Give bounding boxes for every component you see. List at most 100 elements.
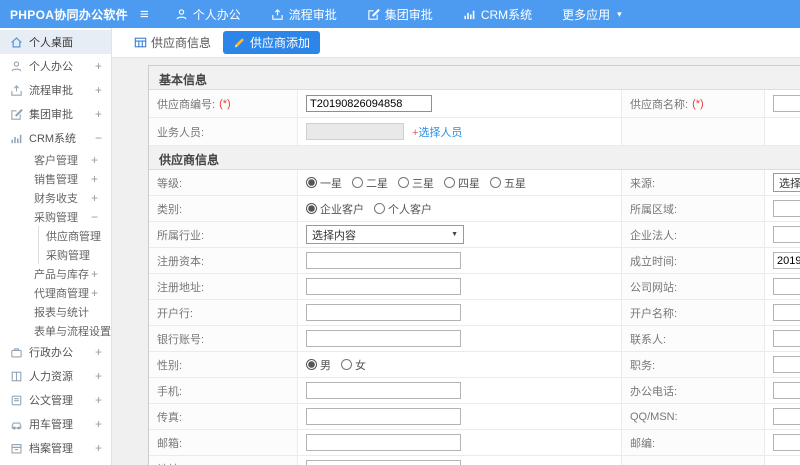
expand-toggle[interactable]: + bbox=[95, 370, 102, 382]
expand-toggle[interactable]: + bbox=[91, 325, 98, 337]
sidebar-item-sales-mgmt[interactable]: 销售管理 + bbox=[0, 169, 111, 188]
sidebar-item-purchasing[interactable]: 采购管理 bbox=[0, 245, 111, 264]
expand-toggle[interactable]: + bbox=[91, 268, 98, 280]
expand-toggle[interactable]: + bbox=[95, 84, 102, 96]
expand-toggle[interactable]: + bbox=[91, 154, 98, 166]
tab-supplier-info[interactable]: 供应商信息 bbox=[134, 34, 211, 51]
office-phone-input[interactable] bbox=[773, 382, 800, 399]
registered-address-input[interactable] bbox=[306, 278, 461, 295]
postal-code-input[interactable] bbox=[773, 434, 800, 451]
choose-person-link[interactable]: +选择人员 bbox=[412, 124, 462, 140]
expand-toggle[interactable]: − bbox=[95, 132, 102, 144]
company-website-input[interactable] bbox=[773, 278, 800, 295]
sidebar-item-purchase-mgmt[interactable]: 采购管理 − bbox=[0, 207, 111, 226]
sidebar-item-supplier-mgmt[interactable]: 供应商管理 bbox=[0, 226, 111, 245]
contact-person-input[interactable] bbox=[773, 330, 800, 347]
gender-radio-group: 男女 bbox=[306, 357, 366, 373]
source-select[interactable]: 选择内容▼ bbox=[773, 173, 800, 192]
required-marker: (*) bbox=[219, 97, 231, 110]
sidebar-item-product-inventory[interactable]: 产品与库存 + bbox=[0, 264, 111, 283]
star-level-option[interactable]: 一星 bbox=[306, 175, 342, 191]
expand-toggle[interactable]: + bbox=[91, 192, 98, 204]
gender-option[interactable]: 女 bbox=[341, 357, 366, 373]
star-level-option[interactable]: 二星 bbox=[352, 175, 388, 191]
sidebar-item-finance-mgmt[interactable]: 财务收支 + bbox=[0, 188, 111, 207]
registered-capital-input[interactable] bbox=[306, 252, 461, 269]
expand-toggle[interactable]: + bbox=[91, 173, 98, 185]
sidebar-item-human-resources[interactable]: 人力资源 + bbox=[0, 364, 111, 388]
qq-msn-input[interactable] bbox=[773, 408, 800, 425]
business-person-input[interactable] bbox=[306, 123, 404, 140]
legal-person-input[interactable] bbox=[773, 226, 800, 243]
nav-group-approval[interactable]: 集团审批 bbox=[367, 6, 433, 23]
sidebar-item-workflow-approval[interactable]: 流程审批 + bbox=[0, 78, 111, 102]
book-icon bbox=[10, 370, 23, 383]
founding-date-input[interactable] bbox=[773, 252, 800, 269]
account-name-input[interactable] bbox=[773, 304, 800, 321]
nav-label: 个人办公 bbox=[192, 7, 241, 22]
expand-toggle[interactable]: + bbox=[95, 394, 102, 406]
email-input[interactable] bbox=[306, 434, 461, 451]
tab-supplier-add[interactable]: 供应商添加 bbox=[223, 31, 321, 54]
sidebar-item-crm-system[interactable]: CRM系统 − bbox=[0, 126, 111, 150]
category-option[interactable]: 企业客户 bbox=[306, 201, 364, 217]
star-level-radio[interactable] bbox=[490, 177, 501, 188]
layout: 个人桌面 个人办公 + 流程审批 + 集团审批 + CRM系统 − 客户管理 + 销售管理 + 财务收支 +… bbox=[0, 28, 800, 465]
sidebar-item-agent-mgmt[interactable]: 代理商管理 + bbox=[0, 283, 111, 302]
address-input[interactable] bbox=[306, 460, 461, 465]
sidebar-item-reports-stats[interactable]: 报表与统计 bbox=[0, 302, 111, 321]
sidebar-item-label: 供应商管理 bbox=[46, 230, 101, 243]
sidebar-item-group-approval[interactable]: 集团审批 + bbox=[0, 102, 111, 126]
expand-toggle[interactable]: + bbox=[95, 418, 102, 430]
category-radio[interactable] bbox=[374, 203, 385, 214]
expand-toggle[interactable]: + bbox=[91, 287, 98, 299]
bank-account-input[interactable] bbox=[306, 330, 461, 347]
star-level-radio[interactable] bbox=[444, 177, 455, 188]
radio-label: 一星 bbox=[320, 177, 342, 190]
gender-option[interactable]: 男 bbox=[306, 357, 331, 373]
industry-select[interactable]: 选择内容 ▼ bbox=[306, 225, 464, 244]
job-title-input[interactable] bbox=[773, 356, 800, 373]
menu-toggle-icon[interactable]: ≡ bbox=[140, 7, 149, 22]
expand-toggle[interactable]: + bbox=[95, 346, 102, 358]
sidebar-item-personal-office[interactable]: 个人办公 + bbox=[0, 54, 111, 78]
bank-branch-input[interactable] bbox=[306, 304, 461, 321]
star-level-option[interactable]: 三星 bbox=[398, 175, 434, 191]
sidebar-item-official-docs[interactable]: 公文管理 + bbox=[0, 388, 111, 412]
star-level-option[interactable]: 五星 bbox=[490, 175, 526, 191]
field-label-cell: 职务: bbox=[621, 352, 764, 377]
expand-toggle[interactable]: + bbox=[95, 108, 102, 120]
region-input[interactable] bbox=[773, 200, 800, 217]
sidebar-item-customer-mgmt[interactable]: 客户管理 + bbox=[0, 150, 111, 169]
sidebar-item-archive-mgmt[interactable]: 档案管理 + bbox=[0, 436, 111, 460]
gender-radio[interactable] bbox=[341, 359, 352, 370]
field-cell bbox=[764, 118, 800, 145]
gender-radio[interactable] bbox=[306, 359, 317, 370]
sidebar-item-personal-desktop[interactable]: 个人桌面 bbox=[0, 30, 111, 54]
nav-crm-system[interactable]: CRM系统 bbox=[463, 6, 532, 23]
nav-personal-office[interactable]: 个人办公 bbox=[175, 6, 241, 23]
nav-workflow-approval[interactable]: 流程审批 bbox=[271, 6, 337, 23]
main-content: 供应商信息 供应商添加 基本信息供应商编号:(*)供应商名称:(*)业务人员:+… bbox=[112, 28, 800, 465]
star-level-radio[interactable] bbox=[398, 177, 409, 188]
star-level-radio[interactable] bbox=[352, 177, 363, 188]
supplier-name-input[interactable] bbox=[773, 95, 800, 112]
sidebar-item-admin-office[interactable]: 行政办公 + bbox=[0, 340, 111, 364]
star-level-option[interactable]: 四星 bbox=[444, 175, 480, 191]
star-level-radio[interactable] bbox=[306, 177, 317, 188]
category-option[interactable]: 个人客户 bbox=[374, 201, 432, 217]
form-row: 性别: 男女职务: bbox=[149, 352, 800, 378]
category-radio[interactable] bbox=[306, 203, 317, 214]
nav-more-apps[interactable]: 更多应用 ▾ bbox=[562, 6, 622, 23]
field-label: 成立时间: bbox=[630, 255, 678, 268]
mobile-input[interactable] bbox=[306, 382, 461, 399]
expand-toggle[interactable]: − bbox=[91, 211, 98, 223]
sidebar-item-vehicle-mgmt[interactable]: 用车管理 + bbox=[0, 412, 111, 436]
tab-label: 供应商添加 bbox=[250, 36, 311, 50]
expand-toggle[interactable]: + bbox=[95, 60, 102, 72]
fax-input[interactable] bbox=[306, 408, 461, 425]
sidebar-item-form-flow-settings[interactable]: 表单与流程设置 + bbox=[0, 321, 111, 340]
form-row: 开户行: 开户名称: bbox=[149, 300, 800, 326]
expand-toggle[interactable]: + bbox=[95, 442, 102, 454]
supplier-code-input[interactable] bbox=[306, 95, 432, 112]
